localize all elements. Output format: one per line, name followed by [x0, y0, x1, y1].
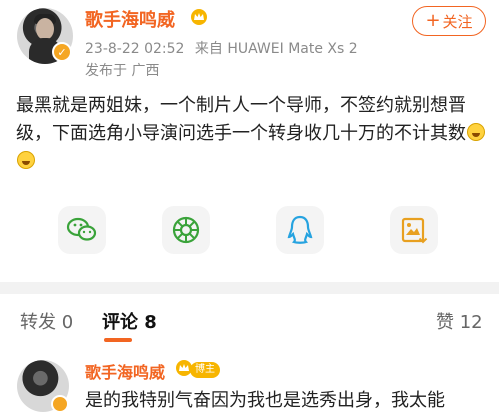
verified-icon: ✓ — [52, 42, 72, 62]
comment-text: 是的我特别气奋因为我也是选秀出身，我太能 — [85, 390, 445, 411]
author-badge: 博主 — [190, 362, 220, 378]
qq-icon — [287, 215, 313, 244]
active-tab-indicator — [104, 338, 132, 342]
section-divider — [0, 282, 499, 294]
post-date: 23-8-22 02:52 — [85, 41, 185, 57]
post-header: ✓ 歌手海鸣威 23-8-22 02:52 来自 HUAWEI Mate Xs … — [0, 0, 499, 86]
share-moments-button[interactable] — [162, 206, 210, 254]
laughing-emoji-icon — [467, 123, 485, 141]
post-source: 来自 HUAWEI Mate Xs 2 — [194, 41, 358, 57]
follow-button[interactable]: + 关注 — [412, 6, 486, 36]
tab-comment-label: 评论 — [102, 312, 138, 333]
crown-icon — [191, 9, 207, 25]
tab-repost-label: 转发 — [20, 312, 56, 333]
post-meta: 23-8-22 02:52 来自 HUAWEI Mate Xs 2 — [85, 38, 364, 58]
post-text: 最黑就是两姐妹，一个制片人一个导师，不签约就别想晋级，下面选角小导演问选手一个转… — [16, 92, 490, 176]
verified-icon — [51, 395, 69, 413]
share-qq-button[interactable] — [276, 206, 324, 254]
tab-comment-count: 8 — [144, 312, 157, 333]
share-row — [0, 200, 499, 260]
tab-like-count: 12 — [459, 312, 483, 333]
post-username[interactable]: 歌手海鸣威 — [85, 6, 175, 32]
post-body: 最黑就是两姐妹，一个制片人一个导师，不签约就别想晋级，下面选角小导演问选手一个转… — [16, 95, 466, 144]
moments-icon — [172, 216, 200, 244]
comment-username[interactable]: 歌手海鸣威 — [85, 359, 165, 383]
save-image-icon — [401, 217, 428, 244]
follow-label: 关注 — [442, 12, 473, 31]
save-image-button[interactable] — [390, 206, 438, 254]
plus-icon: + — [425, 10, 441, 31]
tab-like-label: 赞 — [436, 312, 454, 333]
tab-repost[interactable]: 转发 0 — [20, 308, 73, 334]
avatar-face — [36, 18, 54, 40]
comment-item: 歌手海鸣威 博主 是的我特别气奋因为我也是选秀出身，我太能 — [0, 350, 499, 418]
share-wechat-button[interactable] — [58, 206, 106, 254]
tab-like[interactable]: 赞 12 — [436, 308, 483, 334]
tab-comment[interactable]: 评论 8 — [102, 308, 157, 334]
tab-repost-count: 0 — [61, 312, 74, 333]
tab-bar: 转发 0 评论 8 赞 12 — [0, 298, 499, 344]
wechat-icon — [66, 217, 97, 241]
laughing-emoji-icon — [17, 151, 35, 169]
post-location: 发布于 广西 — [85, 63, 160, 79]
